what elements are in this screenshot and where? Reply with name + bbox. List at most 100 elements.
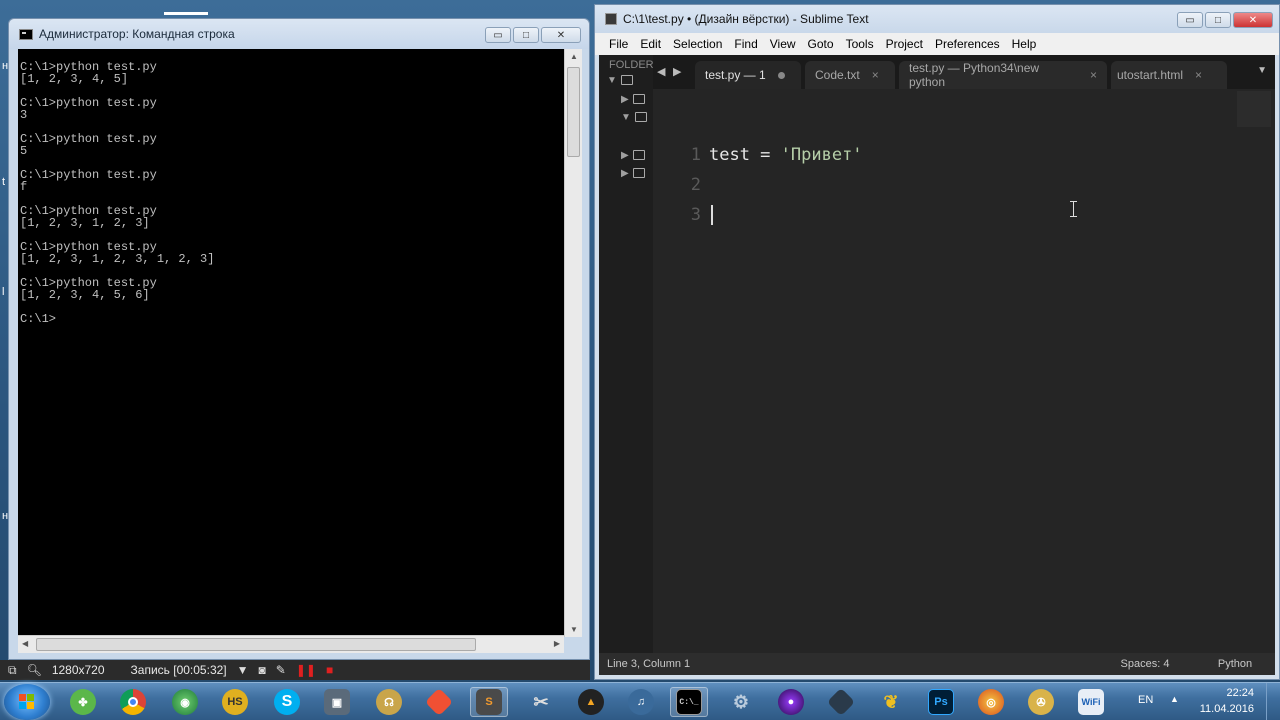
- git-icon[interactable]: [420, 687, 458, 717]
- menu-tools[interactable]: Tools: [840, 37, 880, 51]
- toolbag-app-icon[interactable]: ▣: [318, 687, 356, 717]
- show-desktop-button[interactable]: [1266, 683, 1280, 720]
- scroll-up-arrow-icon[interactable]: ▲: [570, 52, 578, 61]
- gear-app-icon[interactable]: ⚙: [722, 687, 760, 717]
- scroll-left-arrow-icon[interactable]: ◀: [22, 639, 28, 648]
- code-editor[interactable]: 1 2 3 test = 'Привет': [653, 89, 1275, 655]
- menu-help[interactable]: Help: [1006, 37, 1043, 51]
- globe-app-icon[interactable]: ◉: [166, 687, 204, 717]
- recorder-bar: ⧉ 🔍︎ 1280x720 Запись [00:05:32] ▼ ◙ ✎ ❚❚…: [0, 660, 590, 680]
- menu-view[interactable]: View: [764, 37, 802, 51]
- tree-folder[interactable]: ▶: [621, 92, 645, 106]
- tab-label: Code.txt: [815, 68, 860, 82]
- cmd-vertical-scrollbar[interactable]: ▲ ▼: [564, 49, 582, 637]
- tree-folder[interactable]: ▼: [621, 110, 647, 124]
- windows-logo-icon: [19, 694, 35, 710]
- menu-project[interactable]: Project: [880, 37, 929, 51]
- scroll-thumb[interactable]: [36, 638, 476, 651]
- cmd-taskbar-icon[interactable]: C:\_: [670, 687, 708, 717]
- menu-selection[interactable]: Selection: [667, 37, 728, 51]
- tab-test-py[interactable]: test.py — 1: [695, 61, 801, 89]
- clock-time[interactable]: 22:24: [1226, 687, 1254, 699]
- chevron-right-icon: ▶: [621, 93, 629, 105]
- tab-close-icon[interactable]: ×: [872, 68, 879, 82]
- cmd-logo-icon: C:\_: [676, 689, 702, 715]
- tab-test-py-python34[interactable]: test.py — Python34\new python ×: [899, 61, 1107, 89]
- tab-overflow-icon[interactable]: ▼: [1257, 65, 1267, 76]
- menu-preferences[interactable]: Preferences: [929, 37, 1006, 51]
- language-indicator[interactable]: EN: [1138, 694, 1153, 706]
- close-button[interactable]: ✕: [541, 27, 581, 43]
- pause-icon[interactable]: ❚❚: [296, 663, 316, 677]
- window-mode-icon[interactable]: ⧉: [8, 663, 17, 678]
- system-tray: EN ▲ 22:24 11.04.2016: [1130, 683, 1280, 720]
- tree-folder[interactable]: ▶: [621, 148, 645, 162]
- stop-icon[interactable]: ■: [326, 663, 333, 677]
- tab-next-icon[interactable]: ▶: [673, 65, 681, 78]
- tab-label: test.py — 1: [705, 68, 766, 82]
- menu-edit[interactable]: Edit: [634, 37, 667, 51]
- tree-folder[interactable]: ▶: [621, 166, 645, 180]
- clock-date[interactable]: 11.04.2016: [1200, 703, 1254, 715]
- reel-app-icon[interactable]: ✇: [1022, 687, 1060, 717]
- recorder-status: Запись [00:05:32]: [130, 663, 227, 677]
- tab-autostart-html[interactable]: utostart.html ×: [1111, 61, 1227, 89]
- chrome-icon[interactable]: [114, 687, 152, 717]
- scroll-down-arrow-icon[interactable]: ▼: [570, 625, 578, 634]
- toolbag-icon: ▣: [324, 689, 350, 715]
- folder-icon: [632, 150, 645, 160]
- scroll-thumb[interactable]: [567, 67, 580, 157]
- cmd-window[interactable]: Администратор: Командная строка ▭ □ ✕ C:…: [8, 18, 590, 660]
- obs-app-icon[interactable]: ●: [772, 687, 810, 717]
- skype-icon[interactable]: S: [268, 687, 306, 717]
- start-button[interactable]: [4, 684, 50, 720]
- pineapple-app-icon[interactable]: ❦: [872, 687, 910, 717]
- zoom-icon[interactable]: 🔍︎: [27, 663, 42, 677]
- close-button[interactable]: ✕: [1233, 12, 1273, 28]
- photoshop-icon[interactable]: Ps: [922, 687, 960, 717]
- line-number: 2: [690, 175, 701, 195]
- cube-app-icon[interactable]: [822, 687, 860, 717]
- cmd-output[interactable]: C:\1>python test.py [1, 2, 3, 4, 5] C:\1…: [18, 49, 564, 637]
- minimize-button[interactable]: ▭: [1177, 12, 1203, 28]
- code-line-1[interactable]: test = 'Привет': [709, 145, 863, 165]
- tree-root-folder[interactable]: ▼: [607, 73, 633, 87]
- sublime-logo-icon: S: [476, 689, 502, 715]
- wifi-app-icon[interactable]: WiFi: [1072, 687, 1110, 717]
- tray-expand-icon[interactable]: ▲: [1170, 694, 1179, 704]
- maximize-button[interactable]: □: [1205, 12, 1231, 28]
- tab-close-icon[interactable]: ×: [1090, 68, 1097, 82]
- maximize-button[interactable]: □: [513, 27, 539, 43]
- pencil-icon[interactable]: ✎: [276, 663, 286, 677]
- scroll-right-arrow-icon[interactable]: ▶: [554, 639, 560, 648]
- sublime-window[interactable]: C:\1\test.py • (Дизайн вёрстки) - Sublim…: [594, 4, 1280, 680]
- sublime-taskbar-icon[interactable]: S: [470, 687, 508, 717]
- audio-app-icon[interactable]: ♫: [622, 687, 660, 717]
- menu-goto[interactable]: Goto: [802, 37, 840, 51]
- router-app-icon[interactable]: ☊: [370, 687, 408, 717]
- tab-bar: ◀ ▶ test.py — 1 Code.txt × test.py — Pyt…: [653, 55, 1275, 89]
- cmd-horizontal-scrollbar[interactable]: ◀ ▶: [18, 635, 564, 653]
- scissors-app-icon[interactable]: ✂: [522, 687, 560, 717]
- dropdown-icon[interactable]: ▼: [237, 663, 249, 677]
- syntax-setting[interactable]: Python: [1195, 658, 1275, 670]
- indentation-setting[interactable]: Spaces: 4: [1095, 658, 1195, 670]
- tab-prev-icon[interactable]: ◀: [657, 65, 665, 78]
- wifi-icon: WiFi: [1078, 689, 1104, 715]
- browser-app-icon[interactable]: ◎: [972, 687, 1010, 717]
- clover-app-icon[interactable]: ✤: [64, 687, 102, 717]
- menu-find[interactable]: Find: [728, 37, 763, 51]
- audio-icon: ♫: [628, 689, 654, 715]
- hs-app-icon[interactable]: HS: [216, 687, 254, 717]
- modified-dot-icon[interactable]: [777, 71, 785, 79]
- line-number: 3: [690, 205, 701, 225]
- chrome-logo-icon: [120, 689, 146, 715]
- tab-code-txt[interactable]: Code.txt ×: [805, 61, 895, 89]
- camera-icon[interactable]: ◙: [259, 663, 266, 677]
- code-string: 'Привет': [780, 145, 863, 165]
- a-app-icon[interactable]: ▲: [572, 687, 610, 717]
- tab-close-icon[interactable]: ×: [1195, 68, 1202, 82]
- minimap-viewport[interactable]: [1237, 91, 1271, 127]
- menu-file[interactable]: File: [603, 37, 634, 51]
- minimize-button[interactable]: ▭: [485, 27, 511, 43]
